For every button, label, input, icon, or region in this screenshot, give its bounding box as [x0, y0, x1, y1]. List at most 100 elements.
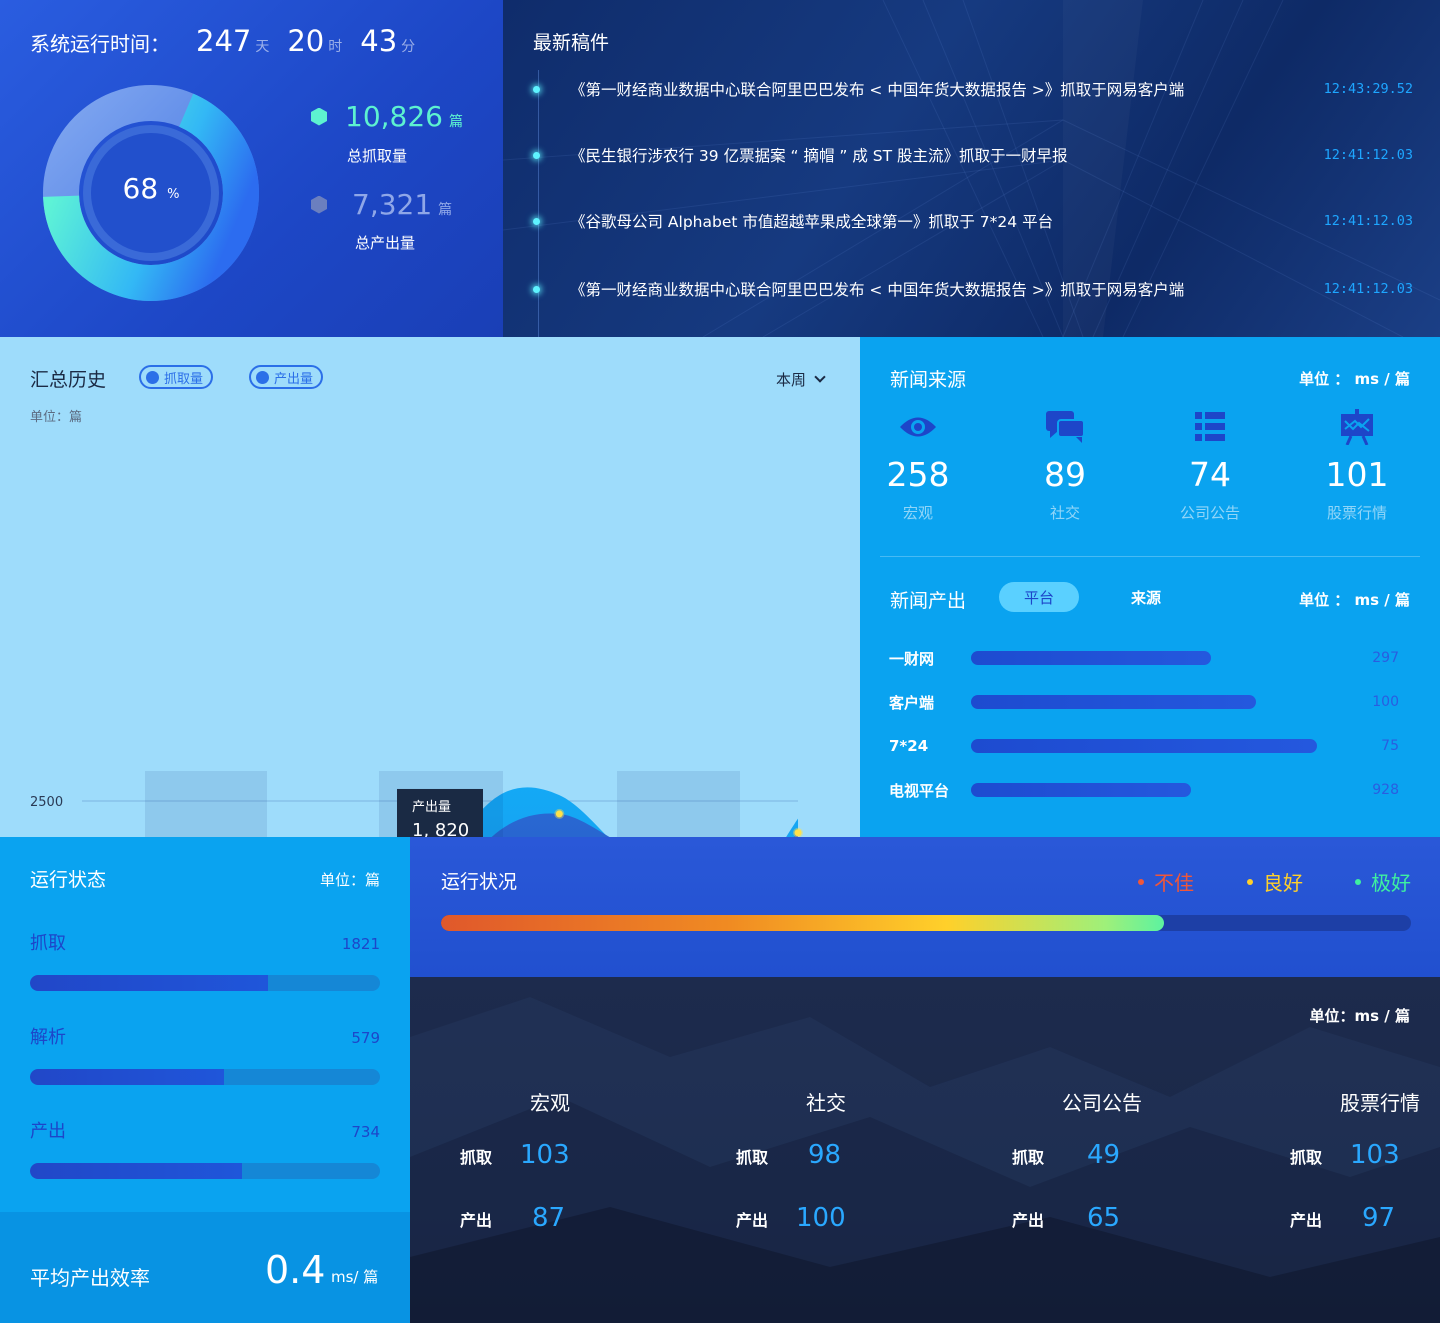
news-item-title: 《谷歌母公司 Alphabet 市值超越苹果成全球第一》抓取于 7*24 平台	[570, 213, 1054, 231]
category-social: 社交 抓取 98 产出 100	[736, 1087, 916, 1266]
output-bar-value: 928	[1372, 782, 1399, 798]
uptime-hours: 20	[287, 24, 325, 58]
news-output-title: 新闻产出	[890, 590, 967, 612]
state-label: 抓取	[30, 933, 66, 954]
latest-articles-panel: 最新稿件 《第一财经商业数据中心联合阿里巴巴发布 < 中国年货大数据报告 >》抓…	[503, 0, 1440, 337]
legend-poor-label: 不佳	[1154, 871, 1194, 895]
total-captured-label: 总抓取量	[347, 147, 408, 165]
hexagon-icon	[311, 107, 327, 126]
run-state-panel: 运行状态 单位：篇 抓取 1821 解析 579 产出 734	[0, 837, 410, 1212]
output-value: 100	[796, 1203, 846, 1233]
news-sources-title: 新闻来源	[890, 369, 967, 391]
total-captured-stat: 10,826 篇	[311, 100, 463, 133]
source-macro[interactable]: 258 宏观	[860, 409, 978, 523]
output-bar-label: 7*24	[889, 737, 929, 755]
source-stock[interactable]: 101 股票行情	[1297, 409, 1417, 523]
uptime-days-unit: 天	[255, 39, 270, 55]
total-produced-label: 总产出量	[355, 234, 416, 252]
news-sources-panel: 新闻来源 单位 ： ms / 篇 258 宏观 89 社交 74 公司公告 10…	[860, 337, 1440, 837]
state-value: 734	[351, 1123, 380, 1141]
state-track	[30, 1163, 380, 1179]
category-macro: 宏观 抓取 103 产出 87	[460, 1087, 640, 1266]
news-item[interactable]: 《第一财经商业数据中心联合阿里巴巴发布 < 中国年货大数据报告 >》抓取于网易客…	[533, 78, 1413, 100]
output-bar-row: 电视平台 928	[889, 780, 1399, 800]
range-select[interactable]: 本周	[776, 369, 826, 390]
total-captured-value: 10,826	[345, 100, 443, 133]
condition-track	[441, 915, 1411, 931]
category-unit: 单位：ms / 篇	[1309, 1007, 1410, 1025]
run-condition-title: 运行状况	[441, 871, 518, 893]
news-item[interactable]: 《谷歌母公司 Alphabet 市值超越苹果成全球第一》抓取于 7*24 平台 …	[533, 210, 1413, 232]
source-value: 89	[1044, 455, 1086, 494]
category-stats-panel: 单位：ms / 篇 宏观 抓取 103 产出 87 社交 抓取 98 产出 100 公司…	[410, 977, 1440, 1323]
state-capture: 抓取 1821	[30, 929, 380, 991]
output-bar-value: 297	[1372, 650, 1399, 666]
efficiency-unit: ms/ 篇	[331, 1268, 379, 1286]
efficiency-panel: 平均产出效率 0.4 ms/ 篇	[0, 1212, 410, 1323]
legend-dot	[1247, 878, 1253, 885]
state-fill	[30, 1069, 225, 1085]
output-bar-label: 电视平台	[889, 781, 950, 800]
source-label: 社交	[1049, 504, 1080, 522]
output-bar-value: 100	[1372, 694, 1399, 710]
legend-toggle-output[interactable]: 产出量	[249, 365, 324, 389]
state-output: 产出 734	[30, 1117, 380, 1179]
donut-percent-unit: %	[167, 187, 180, 202]
legend-dot	[256, 370, 269, 384]
output-value: 65	[1087, 1203, 1121, 1233]
category-title: 股票行情	[1340, 1091, 1420, 1115]
output-bar-fill	[971, 651, 1212, 665]
news-item[interactable]: 《第一财经商业数据中心联合阿里巴巴发布 < 中国年货大数据报告 >》抓取于网易客…	[533, 278, 1413, 300]
source-label: 公司公告	[1179, 504, 1240, 522]
efficiency-label: 平均产出效率	[30, 1266, 150, 1290]
output-bar-track	[971, 651, 1331, 665]
source-label: 宏观	[902, 504, 933, 522]
capture-value: 98	[808, 1140, 842, 1170]
source-label: 股票行情	[1326, 504, 1387, 522]
legend-toggle-capture[interactable]: 抓取量	[139, 365, 214, 389]
history-chart: 25002000150010005002468101214单位：ms产出量1, …	[30, 771, 803, 837]
source-announcement[interactable]: 74 公司公告	[1150, 409, 1270, 523]
uptime-readout: 系统运行时间： 247 天 20 时 43 分	[30, 24, 433, 58]
output-bar-label: 客户端	[889, 693, 935, 712]
output-bar-fill	[971, 695, 1257, 709]
eye-icon	[860, 409, 978, 445]
category-title: 社交	[806, 1091, 846, 1115]
state-parse: 解析 579	[30, 1023, 380, 1085]
y-tick-label: 2500	[30, 795, 63, 810]
section-divider	[880, 556, 1420, 557]
state-track	[30, 975, 380, 991]
total-produced-stat: 7,321 篇	[311, 188, 452, 221]
timeline-dot	[533, 285, 540, 293]
legend-dot	[1355, 878, 1361, 885]
data-point	[793, 827, 803, 837]
legend-good: 良好	[1247, 867, 1303, 896]
history-panel: 25002000150010005002468101214单位：ms产出量1, …	[0, 337, 860, 837]
tab-platform[interactable]: 平台	[999, 582, 1079, 612]
output-bar-track	[971, 695, 1331, 709]
output-bar-track	[971, 739, 1331, 753]
category-announcement: 公司公告 抓取 49 产出 65	[1012, 1087, 1192, 1266]
output-bar-fill	[971, 783, 1191, 797]
news-item[interactable]: 《民生银行涉农行 39 亿票据案 “ 摘帽 ” 成 ST 股主流》抓取于一财早报…	[533, 144, 1413, 166]
output-bar-row: 一财网 297	[889, 648, 1399, 668]
uptime-days: 247	[196, 24, 252, 58]
news-item-time: 12:41:12.03	[1323, 147, 1413, 163]
timeline-dot	[533, 217, 540, 225]
source-value: 258	[886, 455, 950, 494]
output-bar-label: 一财网	[889, 649, 935, 668]
chevron-down-icon	[814, 371, 826, 383]
tab-source[interactable]: 来源	[1106, 582, 1186, 612]
source-social[interactable]: 89 社交	[1005, 409, 1125, 523]
news-item-title: 《第一财经商业数据中心联合阿里巴巴发布 < 中国年货大数据报告 >》抓取于网易客…	[570, 81, 1185, 99]
uptime-minutes: 43	[360, 24, 398, 58]
legend-capture-label: 抓取量	[164, 371, 204, 387]
output-bar-fill	[971, 739, 1317, 753]
output-label: 产出	[1290, 1211, 1323, 1230]
tooltip-value: 1, 820	[412, 820, 469, 837]
news-item-time: 12:41:12.03	[1323, 213, 1413, 229]
news-output-unit: 单位 ： ms / 篇	[1299, 591, 1410, 609]
output-value: 87	[532, 1203, 566, 1233]
capture-label: 抓取	[460, 1148, 493, 1167]
capture-value: 49	[1087, 1140, 1121, 1170]
